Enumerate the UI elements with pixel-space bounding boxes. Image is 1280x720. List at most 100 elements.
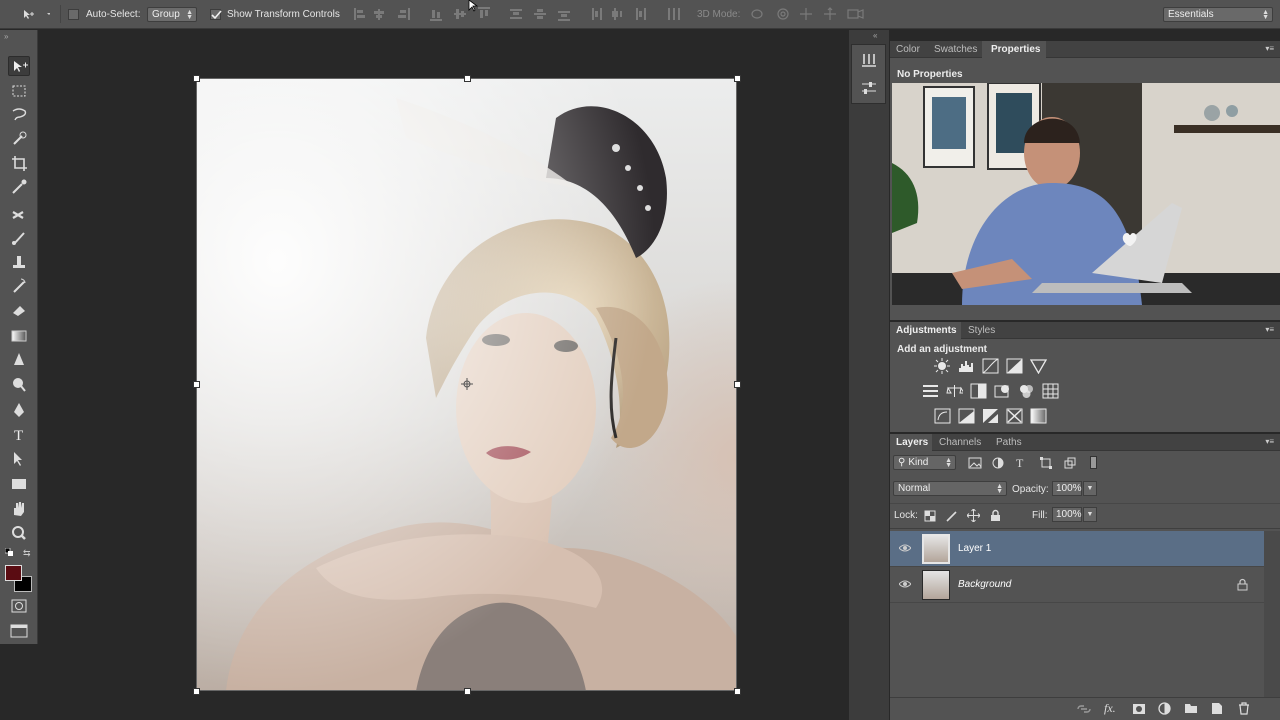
layers-scrollbar[interactable] — [1264, 531, 1280, 697]
foreground-color-swatch[interactable] — [5, 565, 22, 581]
vibrance-icon[interactable] — [1030, 358, 1047, 374]
channel-mixer-icon[interactable] — [1018, 383, 1035, 399]
filter-shape-icon[interactable] — [1040, 457, 1052, 469]
default-colors-icon[interactable] — [5, 548, 15, 558]
pen-tool-icon[interactable] — [8, 400, 30, 420]
filter-adjustment-icon[interactable] — [992, 457, 1004, 469]
screen-mode-icon[interactable] — [8, 621, 30, 641]
tab-swatches[interactable]: Swatches — [934, 44, 977, 55]
gradient-tool-icon[interactable] — [8, 326, 30, 346]
filter-smart-object-icon[interactable] — [1064, 457, 1076, 469]
auto-select-checkbox[interactable] — [68, 9, 79, 20]
threshold-icon[interactable] — [982, 408, 999, 424]
black-white-icon[interactable] — [970, 383, 987, 399]
color-balance-icon[interactable] — [946, 383, 963, 399]
tab-adjustments[interactable]: Adjustments — [896, 325, 957, 336]
layer-name[interactable]: Background — [958, 579, 1011, 590]
transform-handle-top-right[interactable] — [734, 75, 741, 82]
move-tool-preset-icon[interactable] — [20, 7, 50, 21]
quick-selection-tool-icon[interactable] — [8, 129, 30, 149]
eraser-tool-icon[interactable] — [8, 300, 30, 320]
dodge-tool-icon[interactable] — [8, 374, 30, 394]
lock-transparent-pixels-icon[interactable] — [924, 510, 936, 522]
transform-handle-top-left[interactable] — [193, 75, 200, 82]
transform-handle-bottom-center[interactable] — [464, 688, 471, 695]
quick-mask-icon[interactable] — [8, 596, 30, 616]
transform-handle-bottom-left[interactable] — [193, 688, 200, 695]
blur-tool-icon[interactable] — [8, 350, 30, 370]
lock-position-icon[interactable] — [967, 509, 980, 522]
healing-brush-tool-icon[interactable] — [8, 204, 30, 224]
brush-tool-icon[interactable] — [8, 228, 30, 248]
lasso-tool-icon[interactable] — [8, 105, 30, 125]
swap-colors-icon[interactable]: ⇆ — [23, 548, 31, 559]
gradient-map-icon[interactable] — [1030, 408, 1047, 424]
tab-styles[interactable]: Styles — [968, 325, 995, 336]
fill-slider-toggle[interactable]: ▼ — [1083, 507, 1097, 522]
exposure-icon[interactable] — [1006, 358, 1023, 374]
lock-all-icon[interactable] — [990, 509, 1001, 522]
tab-channels[interactable]: Channels — [939, 437, 981, 448]
curves-icon[interactable] — [982, 358, 999, 374]
clone-stamp-tool-icon[interactable] — [8, 252, 30, 272]
hue-saturation-icon[interactable] — [922, 383, 939, 399]
filter-type-icon[interactable]: T — [1016, 456, 1023, 471]
transform-handle-bottom-right[interactable] — [734, 688, 741, 695]
photo-filter-icon[interactable] — [994, 383, 1011, 399]
tab-paths[interactable]: Paths — [996, 437, 1022, 448]
transform-handle-middle-right[interactable] — [734, 381, 741, 388]
layer-filter-dropdown[interactable]: ⚲ Kind ▲ ▼ — [893, 455, 956, 470]
layer-row-layer-1[interactable]: Layer 1 — [890, 531, 1280, 567]
fill-field[interactable]: 100% — [1052, 507, 1082, 522]
visibility-eye-icon[interactable] — [899, 543, 911, 553]
transform-handle-middle-left[interactable] — [193, 381, 200, 388]
layer-style-fx-icon[interactable]: fx. — [1104, 701, 1116, 716]
move-tool-icon[interactable] — [8, 56, 30, 76]
opacity-field[interactable]: 100% — [1052, 481, 1082, 496]
tab-layers[interactable]: Layers — [896, 437, 928, 448]
filter-pixel-icon[interactable] — [968, 457, 982, 469]
posterize-icon[interactable] — [958, 408, 975, 424]
properties-sliders-icon[interactable] — [860, 80, 878, 96]
invert-icon[interactable] — [934, 408, 951, 424]
zoom-tool-icon[interactable] — [8, 523, 30, 543]
lock-image-pixels-icon[interactable] — [946, 510, 958, 522]
hand-tool-icon[interactable] — [8, 499, 30, 519]
history-brush-tool-icon[interactable] — [8, 276, 30, 296]
tab-color[interactable]: Color — [896, 44, 920, 55]
tab-properties[interactable]: Properties — [991, 44, 1040, 55]
auto-select-dropdown[interactable]: Group ▲ ▼ — [147, 7, 197, 22]
new-group-folder-icon[interactable] — [1184, 702, 1198, 714]
eyedropper-tool-icon[interactable] — [8, 177, 30, 197]
workspace-dropdown[interactable]: Essentials ▲ ▼ — [1163, 7, 1273, 22]
add-mask-icon[interactable] — [1132, 703, 1146, 715]
collapse-arrows-icon[interactable]: « — [873, 31, 877, 40]
shape-tool-icon[interactable] — [8, 474, 30, 494]
link-layers-icon[interactable] — [1076, 703, 1092, 715]
type-tool-icon[interactable]: T — [8, 425, 30, 445]
layer-row-background[interactable]: Background — [890, 567, 1280, 603]
brightness-contrast-icon[interactable] — [934, 358, 951, 374]
adjustments-title: Add an adjustment — [897, 344, 988, 355]
new-adjustment-layer-icon[interactable] — [1158, 702, 1171, 715]
path-selection-tool-icon[interactable] — [8, 449, 30, 469]
new-layer-icon[interactable] — [1211, 702, 1223, 715]
opacity-slider-toggle[interactable]: ▼ — [1083, 481, 1097, 496]
selective-color-icon[interactable] — [1006, 408, 1023, 424]
crop-tool-icon[interactable] — [8, 153, 30, 173]
levels-icon[interactable] — [958, 358, 975, 374]
collapse-arrows-icon[interactable]: » — [4, 32, 8, 41]
panel-menu-icon[interactable]: ▾≡ — [1265, 325, 1274, 334]
history-icon[interactable] — [860, 52, 878, 70]
color-lookup-icon[interactable] — [1042, 383, 1059, 399]
transform-handle-top-center[interactable] — [464, 75, 471, 82]
filter-toggle-switch[interactable] — [1090, 456, 1097, 469]
show-transform-checkbox[interactable] — [210, 9, 222, 20]
delete-layer-icon[interactable] — [1238, 702, 1250, 715]
layer-name[interactable]: Layer 1 — [958, 543, 991, 554]
panel-menu-icon[interactable]: ▾≡ — [1265, 44, 1274, 53]
marquee-tool-icon[interactable] — [8, 81, 30, 101]
panel-menu-icon[interactable]: ▾≡ — [1265, 437, 1274, 446]
visibility-eye-icon[interactable] — [899, 579, 911, 589]
blend-mode-dropdown[interactable]: Normal ▲ ▼ — [893, 481, 1007, 496]
